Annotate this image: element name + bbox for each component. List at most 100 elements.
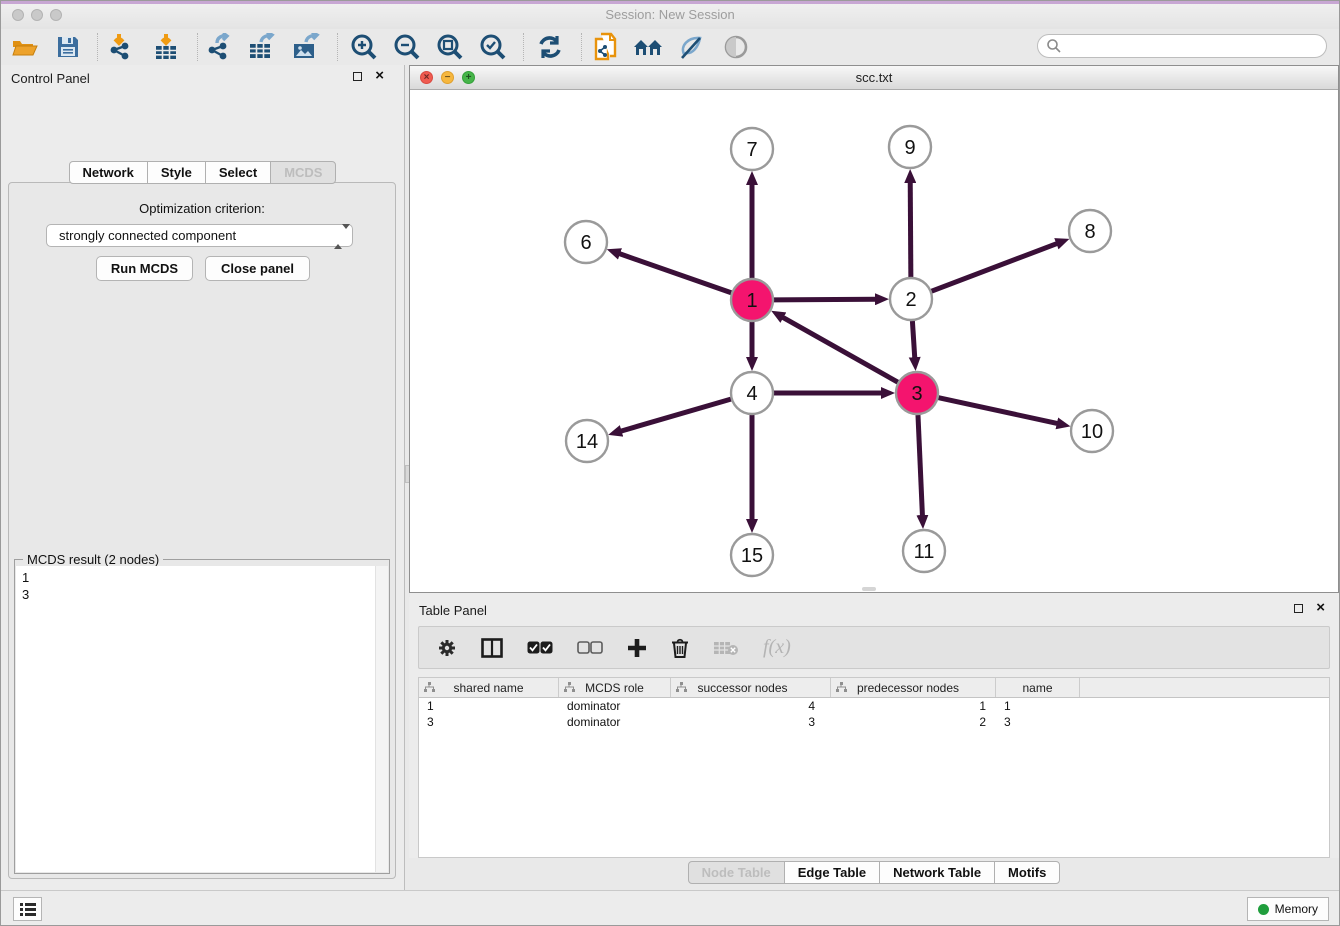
tab-node-table[interactable]: Node Table: [688, 861, 785, 884]
run-mcds-button[interactable]: Run MCDS: [96, 256, 193, 281]
settings-gear-icon[interactable]: [437, 638, 457, 658]
edge-1-6[interactable]: [619, 254, 731, 293]
node-8[interactable]: 8: [1069, 210, 1111, 252]
deselect-all-icon[interactable]: [577, 641, 603, 655]
edge-2-8[interactable]: [932, 243, 1058, 291]
node-11[interactable]: 11: [903, 530, 945, 572]
export-network-icon[interactable]: [202, 32, 236, 62]
edge-3-11[interactable]: [918, 415, 922, 516]
open-file-icon[interactable]: [8, 32, 42, 62]
node-1[interactable]: 1: [731, 279, 773, 321]
table-cell[interactable]: 1: [996, 698, 1080, 714]
tab-mcds[interactable]: MCDS: [270, 161, 336, 184]
first-neighbors-icon[interactable]: [632, 32, 666, 62]
status-bar: Memory: [1, 890, 1339, 925]
float-table-panel-icon[interactable]: [1294, 604, 1303, 613]
save-session-icon[interactable]: [51, 32, 85, 62]
memory-status-icon: [1258, 904, 1269, 915]
select-all-icon[interactable]: [527, 641, 553, 655]
table-cell[interactable]: 1: [419, 698, 559, 714]
node-10[interactable]: 10: [1071, 410, 1113, 452]
table-header: shared nameMCDS rolesuccessor nodesprede…: [419, 678, 1329, 698]
node-14[interactable]: 14: [566, 420, 608, 462]
column-header-shared-name[interactable]: shared name: [419, 678, 559, 697]
apply-layout-icon[interactable]: [533, 32, 567, 62]
zoom-fit-icon[interactable]: [433, 32, 467, 62]
table-cell[interactable]: dominator: [559, 714, 671, 730]
zoom-selected-icon[interactable]: [476, 32, 510, 62]
search-icon: [1046, 38, 1062, 54]
table-toolbar: f(x): [418, 626, 1330, 669]
result-scrollbar[interactable]: [375, 566, 388, 872]
node-9[interactable]: 9: [889, 126, 931, 168]
edge-3-1[interactable]: [782, 317, 897, 382]
column-header-MCDS-role[interactable]: MCDS role: [559, 678, 671, 697]
table-cell[interactable]: 2: [831, 714, 996, 730]
table-cell[interactable]: dominator: [559, 698, 671, 714]
tab-style[interactable]: Style: [147, 161, 206, 184]
table-cell[interactable]: 3: [671, 714, 831, 730]
edge-1-2[interactable]: [774, 299, 876, 300]
column-header-predecessor-nodes[interactable]: predecessor nodes: [831, 678, 996, 697]
svg-text:2: 2: [905, 289, 916, 311]
table-cell[interactable]: 4: [671, 698, 831, 714]
tab-edge-table[interactable]: Edge Table: [784, 861, 880, 884]
search-input[interactable]: [1037, 34, 1327, 58]
edge-2-9[interactable]: [910, 182, 911, 277]
table-tabs: Node TableEdge TableNetwork TableMotifs: [409, 861, 1339, 884]
memory-button[interactable]: Memory: [1247, 897, 1329, 921]
table-cell[interactable]: 3: [996, 714, 1080, 730]
add-icon[interactable]: [627, 638, 647, 658]
main-toolbar: [1, 29, 1339, 66]
show-hide-icon[interactable]: [719, 32, 753, 62]
close-panel-icon[interactable]: ×: [375, 68, 384, 84]
column-header-name[interactable]: name: [996, 678, 1080, 697]
node-7[interactable]: 7: [731, 128, 773, 170]
tab-network[interactable]: Network: [69, 161, 148, 184]
close-table-panel-icon[interactable]: ×: [1316, 600, 1325, 616]
selected-criterion: strongly connected component: [59, 228, 236, 243]
edge-2-3[interactable]: [912, 321, 914, 358]
optimization-criterion-select[interactable]: strongly connected component: [46, 224, 353, 247]
svg-text:8: 8: [1084, 221, 1095, 243]
duplicate-network-icon[interactable]: [589, 32, 623, 62]
float-panel-icon[interactable]: [353, 72, 362, 81]
node-3[interactable]: 3: [896, 372, 938, 414]
table-row[interactable]: 3dominator323: [419, 714, 1329, 730]
mcds-result-text[interactable]: 1 3: [16, 566, 376, 872]
table-row[interactable]: 1dominator411: [419, 698, 1329, 714]
table-cell[interactable]: 1: [831, 698, 996, 714]
tab-network-table[interactable]: Network Table: [879, 861, 995, 884]
close-panel-button[interactable]: Close panel: [205, 256, 310, 281]
mcds-panel: Optimization criterion: strongly connect…: [8, 182, 396, 879]
export-table-icon[interactable]: [245, 32, 279, 62]
node-15[interactable]: 15: [731, 534, 773, 576]
node-2[interactable]: 2: [890, 278, 932, 320]
function-builder-icon: f(x): [763, 636, 791, 659]
network-resize-grip[interactable]: [862, 587, 876, 591]
annotation-icon[interactable]: [675, 32, 709, 62]
tab-select[interactable]: Select: [205, 161, 271, 184]
export-image-icon[interactable]: [289, 32, 323, 62]
import-table-icon[interactable]: [149, 32, 183, 62]
network-title: scc.txt: [410, 70, 1338, 85]
node-6[interactable]: 6: [565, 221, 607, 263]
node-table[interactable]: shared nameMCDS rolesuccessor nodesprede…: [418, 677, 1330, 858]
network-canvas[interactable]: 7 9 6 8 1 2 4 3 14 10 15 11: [410, 89, 1340, 592]
svg-text:6: 6: [580, 232, 591, 254]
zoom-in-icon[interactable]: [347, 32, 381, 62]
tab-motifs[interactable]: Motifs: [994, 861, 1060, 884]
zoom-out-icon[interactable]: [390, 32, 424, 62]
table-cell[interactable]: 3: [419, 714, 559, 730]
network-window-titlebar[interactable]: × − + scc.txt: [410, 66, 1338, 90]
import-network-icon[interactable]: [104, 32, 138, 62]
mcds-result-group: MCDS result (2 nodes) 1 3: [14, 559, 390, 874]
column-header-successor-nodes[interactable]: successor nodes: [671, 678, 831, 697]
delete-icon[interactable]: [671, 638, 689, 658]
task-history-button[interactable]: [13, 897, 42, 921]
table-tab-strip: Node TableEdge TableNetwork TableMotifs: [409, 858, 1339, 891]
edge-4-14[interactable]: [621, 399, 731, 431]
column-view-icon[interactable]: [481, 638, 503, 658]
edge-3-10[interactable]: [938, 398, 1057, 424]
node-4[interactable]: 4: [731, 372, 773, 414]
